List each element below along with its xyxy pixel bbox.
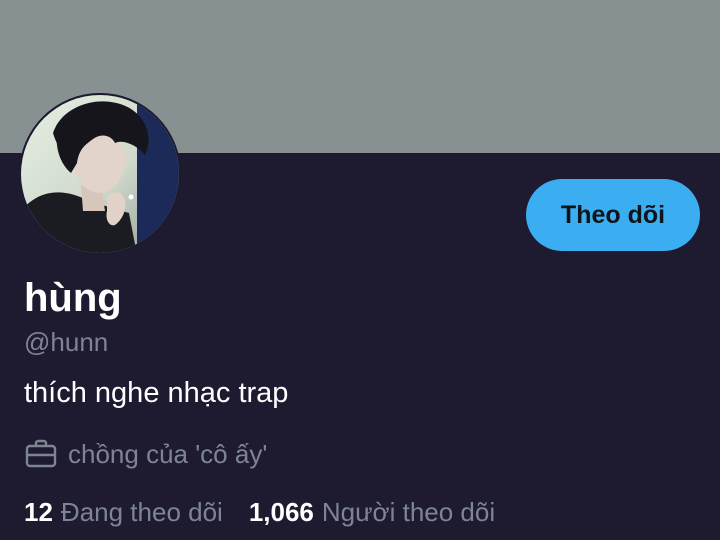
follow-stats: 12 Đang theo dõi 1,066 Người theo dõi xyxy=(24,494,495,530)
display-name: hùng xyxy=(24,276,122,320)
followers-link[interactable]: 1,066 Người theo dõi xyxy=(249,494,495,530)
followers-count: 1,066 xyxy=(248,497,314,527)
following-label: Đang theo dõi xyxy=(60,497,223,527)
follow-button[interactable]: Theo dõi xyxy=(526,179,700,251)
briefcase-icon xyxy=(24,437,58,471)
following-count: 12 xyxy=(24,497,53,527)
username-handle: @hunn xyxy=(24,327,109,357)
bio-text: thích nghe nhạc trap xyxy=(24,377,289,409)
avatar-photo xyxy=(19,93,181,255)
avatar[interactable] xyxy=(19,93,181,255)
work-label: chồng của 'cô ấy' xyxy=(68,439,268,469)
followers-label: Người theo dõi xyxy=(321,497,496,527)
following-link[interactable]: 12 Đang theo dõi xyxy=(24,494,223,530)
work-info: chồng của 'cô ấy' xyxy=(24,436,267,472)
